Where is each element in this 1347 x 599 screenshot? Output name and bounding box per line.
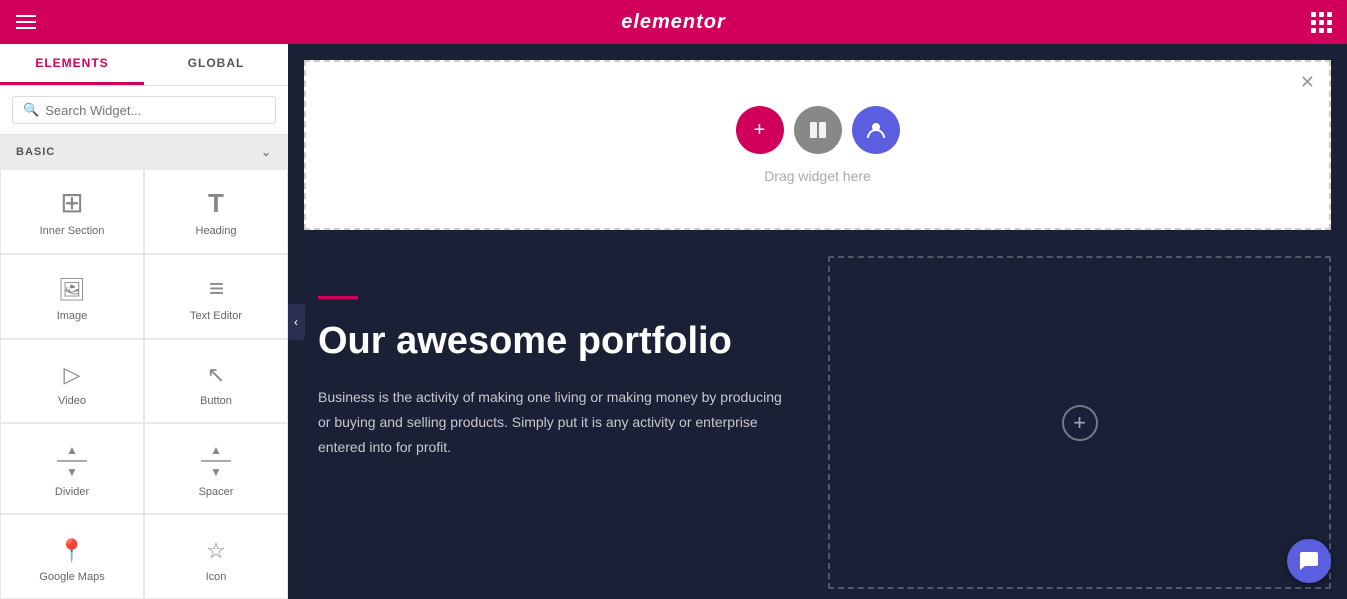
collapse-sidebar-button[interactable]: ‹ — [288, 304, 305, 340]
widget-label-button: Button — [200, 395, 232, 407]
search-box: 🔍 — [0, 86, 288, 135]
widget-image[interactable]: Image — [0, 254, 144, 339]
accent-line — [318, 296, 358, 299]
drop-action-buttons: + — [736, 106, 900, 154]
sidebar: ELEMENTS GLOBAL 🔍 BASIC ⌄ Inner Section … — [0, 44, 288, 599]
widget-icon[interactable]: Icon — [144, 514, 288, 599]
section-label: BASIC — [16, 146, 55, 158]
heading-icon — [208, 189, 224, 217]
add-content-button[interactable]: + — [1062, 405, 1098, 441]
apps-grid-icon[interactable] — [1311, 12, 1331, 33]
top-bar: elementor — [0, 0, 1347, 44]
text-editor-icon — [209, 274, 223, 302]
widget-label-video: Video — [58, 395, 86, 407]
widget-label-text-editor: Text Editor — [190, 310, 242, 322]
drop-zone: ✕ + Drag widget here — [304, 60, 1331, 230]
widget-button[interactable]: Button — [144, 339, 288, 424]
content-drop-zone[interactable]: + — [828, 256, 1331, 589]
content-left: Our awesome portfolio Business is the ac… — [288, 246, 828, 599]
layout-button[interactable] — [794, 106, 842, 154]
widget-text-editor[interactable]: Text Editor — [144, 254, 288, 339]
content-section: Our awesome portfolio Business is the ac… — [288, 246, 1347, 599]
section-header-basic[interactable]: BASIC ⌄ — [0, 135, 288, 169]
widget-divider[interactable]: ▲ ▼ Divider — [0, 423, 144, 514]
button-icon — [207, 359, 225, 387]
close-section-button[interactable]: ✕ — [1300, 72, 1315, 93]
sidebar-tabs: ELEMENTS GLOBAL — [0, 44, 288, 86]
portfolio-body: Business is the activity of making one l… — [318, 385, 798, 461]
chevron-down-icon: ⌄ — [261, 145, 272, 159]
drag-hint: Drag widget here — [764, 168, 871, 184]
widgets-grid: Inner Section Heading Image Text Editor … — [0, 169, 288, 599]
widget-inner-section[interactable]: Inner Section — [0, 169, 144, 254]
widget-video[interactable]: Video — [0, 339, 144, 424]
elementor-logo: elementor — [621, 11, 726, 34]
widget-label-icon: Icon — [206, 571, 227, 583]
inner-section-icon — [60, 189, 83, 217]
image-icon — [58, 274, 86, 302]
widget-label-heading: Heading — [196, 225, 237, 237]
widget-label-map: Google Maps — [39, 571, 104, 583]
widget-label-divider: Divider — [55, 486, 89, 498]
user-template-button[interactable] — [852, 106, 900, 154]
video-icon — [64, 359, 81, 387]
widget-label-spacer: Spacer — [199, 486, 234, 498]
hamburger-menu[interactable] — [16, 15, 36, 29]
widget-label-image: Image — [57, 310, 88, 322]
canvas: ‹ ✕ + Drag widget here — [288, 44, 1347, 599]
map-icon — [58, 535, 85, 563]
portfolio-heading: Our awesome portfolio — [318, 319, 798, 365]
divider-icon: ▲ ▼ — [57, 444, 87, 478]
widget-spacer[interactable]: ▲ ▼ Spacer — [144, 423, 288, 514]
main-layout: ELEMENTS GLOBAL 🔍 BASIC ⌄ Inner Section … — [0, 44, 1347, 599]
spacer-icon: ▲ ▼ — [201, 444, 231, 478]
tab-elements[interactable]: ELEMENTS — [0, 44, 144, 85]
widget-map[interactable]: Google Maps — [0, 514, 144, 599]
widget-heading[interactable]: Heading — [144, 169, 288, 254]
widget-label-inner-section: Inner Section — [40, 225, 105, 237]
search-icon: 🔍 — [23, 102, 39, 118]
tab-global[interactable]: GLOBAL — [144, 44, 288, 85]
star-icon — [206, 535, 226, 563]
chat-bubble-button[interactable] — [1287, 539, 1331, 583]
add-element-button[interactable]: + — [736, 106, 784, 154]
search-wrapper: 🔍 — [12, 96, 276, 124]
search-input[interactable] — [45, 103, 265, 118]
